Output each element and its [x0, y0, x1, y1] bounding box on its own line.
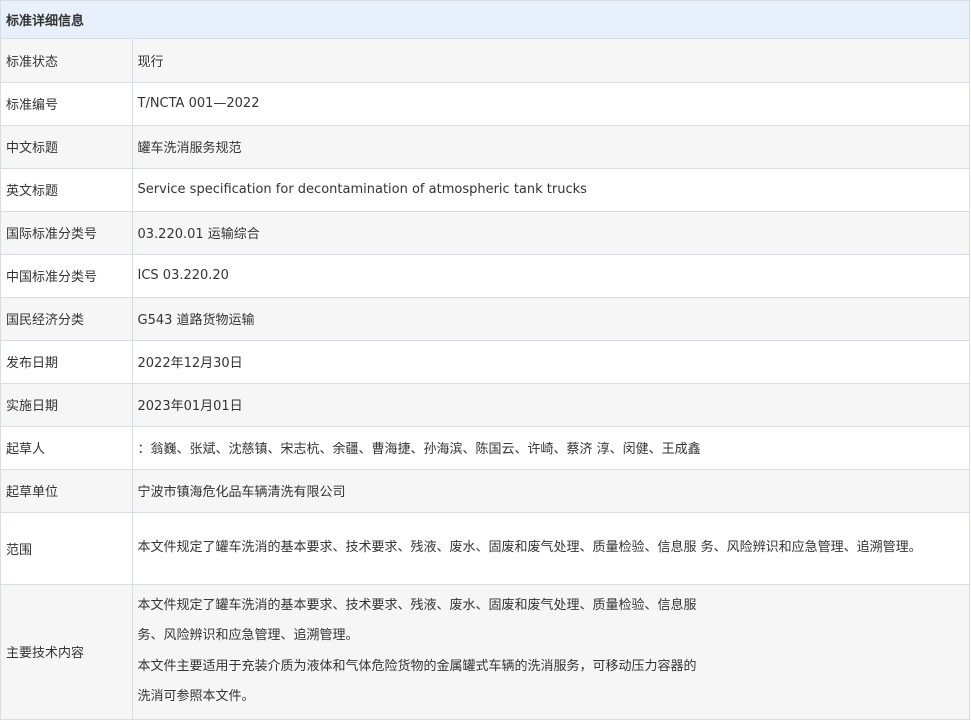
row-scope: 范围 本文件规定了罐车洗消的基本要求、技术要求、残液、废水、固废和废气处理、质量… [1, 512, 969, 585]
row-implement-date: 实施日期 2023年01月01日 [1, 383, 969, 427]
field-label: 标准状态 [1, 39, 133, 83]
content-line: 本文件主要适用于充装介质为液体和气体危险货物的金属罐式车辆的洗消服务，可移动压力… [137, 658, 697, 674]
row-english-title: 英文标题 Service specification for decontami… [1, 168, 969, 212]
field-value: 宁波市镇海危化品车辆清洗有限公司 [132, 469, 969, 513]
field-label: 国民经济分类 [1, 297, 133, 341]
field-label: 中文标题 [1, 125, 133, 169]
field-label: 实施日期 [1, 383, 133, 427]
field-label: 范围 [1, 512, 133, 585]
standard-detail-panel: 标准详细信息 标准状态 现行 标准编号 T/NCTA 001—2022 中文标题… [0, 0, 970, 720]
field-value: 2023年01月01日 [132, 383, 969, 427]
standard-detail-table: 标准状态 现行 标准编号 T/NCTA 001—2022 中文标题 罐车洗消服务… [1, 39, 969, 720]
field-label: 起草人 [1, 426, 133, 470]
field-value: 现行 [132, 39, 969, 83]
field-value: T/NCTA 001—2022 [132, 82, 969, 126]
field-label: 主要技术内容 [1, 584, 133, 720]
row-ccs-classification: 中国标准分类号 ICS 03.220.20 [1, 254, 969, 298]
field-value: 2022年12月30日 [132, 340, 969, 384]
row-main-technical-content: 主要技术内容 本文件规定了罐车洗消的基本要求、技术要求、残液、废水、固废和废气处… [1, 584, 969, 720]
field-label: 英文标题 [1, 168, 133, 212]
row-chinese-title: 中文标题 罐车洗消服务规范 [1, 125, 969, 169]
field-value: 本文件规定了罐车洗消的基本要求、技术要求、残液、废水、固废和废气处理、质量检验、… [132, 512, 969, 585]
panel-title: 标准详细信息 [1, 0, 969, 39]
row-ics-classification: 国际标准分类号 03.220.01 运输综合 [1, 211, 969, 255]
row-standard-status: 标准状态 现行 [1, 39, 969, 83]
row-drafting-unit: 起草单位 宁波市镇海危化品车辆清洗有限公司 [1, 469, 969, 513]
row-drafters: 起草人 ：翁巍、张斌、沈慈镇、宋志杭、余疆、曹海捷、孙海滨、陈国云、许崎、蔡济 … [1, 426, 969, 470]
field-value: ICS 03.220.20 [132, 254, 969, 298]
field-label: 标准编号 [1, 82, 133, 126]
content-line: 洗消可参照本文件。 [137, 689, 255, 704]
row-standard-number: 标准编号 T/NCTA 001—2022 [1, 82, 969, 126]
field-value: 罐车洗消服务规范 [132, 125, 969, 169]
content-line: 务、风险辨识和应急管理、追溯管理。 [137, 628, 359, 643]
field-label: 中国标准分类号 [1, 254, 133, 298]
field-value: ：翁巍、张斌、沈慈镇、宋志杭、余疆、曹海捷、孙海滨、陈国云、许崎、蔡济 淳、闵健… [132, 426, 969, 470]
content-line: 本文件规定了罐车洗消的基本要求、技术要求、残液、废水、固废和废气处理、质量检验、… [137, 597, 697, 613]
row-publish-date: 发布日期 2022年12月30日 [1, 340, 969, 384]
field-label: 发布日期 [1, 340, 133, 384]
field-value: 本文件规定了罐车洗消的基本要求、技术要求、残液、废水、固废和废气处理、质量检验、… [132, 584, 969, 720]
field-value: G543 道路货物运输 [132, 297, 969, 341]
row-economy-classification: 国民经济分类 G543 道路货物运输 [1, 297, 969, 341]
field-label: 起草单位 [1, 469, 133, 513]
field-value: 03.220.01 运输综合 [132, 211, 969, 255]
field-label: 国际标准分类号 [1, 211, 133, 255]
field-value: Service specification for decontaminatio… [132, 168, 969, 212]
